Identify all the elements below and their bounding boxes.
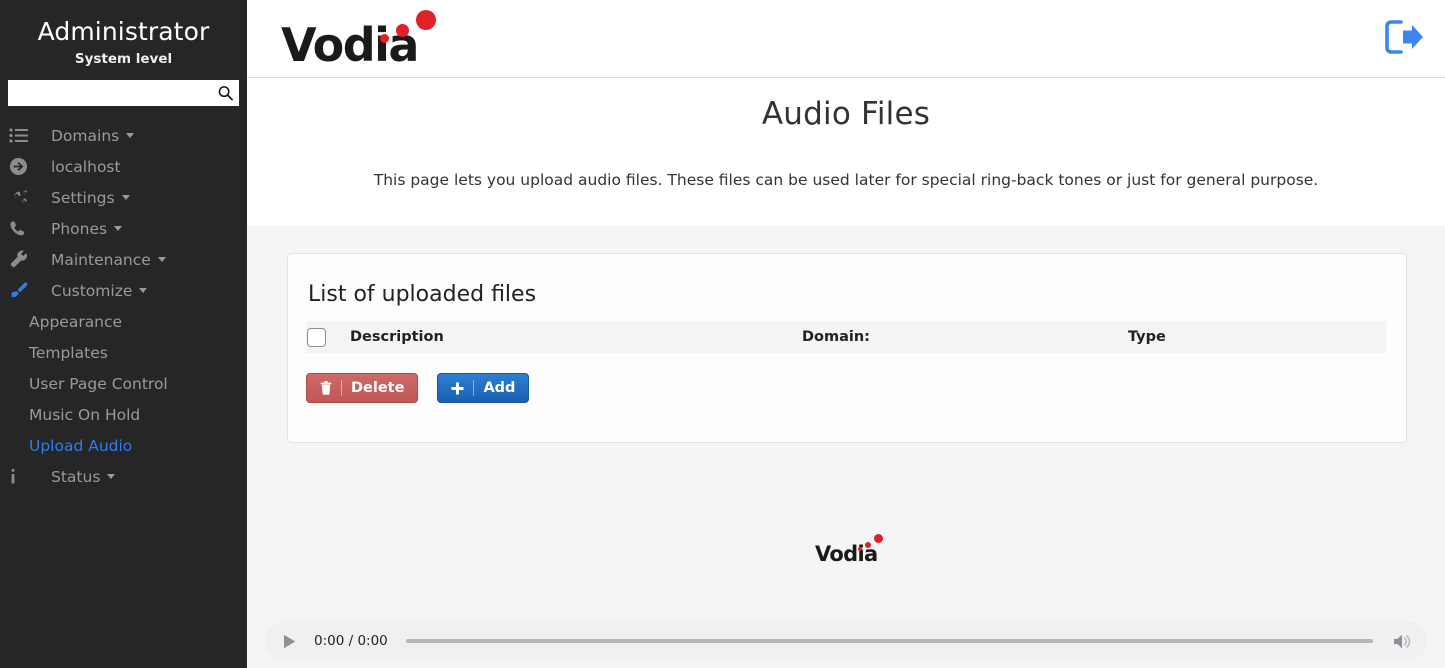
chevron-down-icon: [126, 133, 135, 138]
wrench-icon: [9, 250, 37, 269]
logo-dot-large: [416, 9, 436, 30]
column-header-domain[interactable]: Domain:: [802, 329, 1128, 345]
chevron-down-icon: [107, 474, 116, 479]
chevron-down-icon: [157, 257, 166, 262]
player-time: 0:00 / 0:00: [314, 633, 388, 649]
label-text: Customize: [51, 281, 133, 300]
footer-logo-dot-small: [858, 547, 862, 551]
search-icon[interactable]: [218, 86, 233, 101]
uploaded-files-card: List of uploaded files Description Domai…: [287, 253, 1407, 443]
label-text: Domains: [51, 126, 120, 145]
add-button-label: Add: [483, 380, 516, 396]
footer-logo-dot-large: [874, 534, 883, 543]
logout-button[interactable]: [1381, 16, 1427, 62]
sidebar-search[interactable]: [8, 80, 239, 106]
sidebar-item-user-page-control[interactable]: User Page Control: [0, 368, 247, 399]
sidebar-item-domains[interactable]: Domains: [0, 120, 247, 151]
sidebar-item-maintenance[interactable]: Maintenance: [0, 244, 247, 275]
sidebar-item-label: Status: [51, 467, 116, 486]
label-text: Settings: [51, 188, 115, 207]
gears-icon: [9, 188, 37, 207]
sidebar-item-status[interactable]: Status: [0, 461, 247, 492]
column-header-description[interactable]: Description: [350, 329, 802, 345]
chevron-down-icon: [121, 195, 130, 200]
footer-vodia-logo: Vodia: [815, 534, 883, 566]
vodia-logo: Vodia: [281, 9, 461, 72]
page-header: Audio Files This page lets you upload au…: [247, 78, 1445, 226]
select-all-cell: [306, 327, 350, 347]
label-text: Maintenance: [51, 250, 151, 269]
label-text: Status: [51, 467, 101, 486]
sidebar-item-label: Domains: [51, 126, 135, 145]
content-area: List of uploaded files Description Domai…: [247, 226, 1445, 668]
column-header-type[interactable]: Type: [1128, 329, 1386, 345]
play-icon[interactable]: [283, 634, 301, 649]
sidebar-item-label: Settings: [51, 189, 130, 207]
sidebar-item-music-on-hold[interactable]: Music On Hold: [0, 399, 247, 430]
button-separator: [473, 380, 475, 396]
info-icon: [9, 468, 37, 486]
page-title: Audio Files: [761, 96, 931, 132]
logo-dot-medium: [396, 23, 409, 37]
footer-logo-dot-medium: [865, 542, 871, 548]
sidebar-item-phones[interactable]: Phones: [0, 213, 247, 244]
audio-player-bar: 0:00 / 0:00: [247, 614, 1445, 668]
list-icon: [9, 128, 37, 143]
add-button[interactable]: Add: [437, 373, 530, 403]
phone-icon: [9, 220, 37, 238]
volume-icon[interactable]: [1391, 633, 1413, 650]
chevron-down-icon: [114, 226, 123, 231]
footer-logo-wrap: Vodia: [247, 534, 1445, 566]
arrow-circle-icon: [9, 157, 37, 176]
label-text: Phones: [51, 219, 108, 238]
sidebar-item-upload-audio[interactable]: Upload Audio: [0, 430, 247, 461]
audio-player: 0:00 / 0:00: [265, 621, 1427, 661]
table-actions: Delete Add: [306, 373, 1406, 403]
plus-icon: [451, 381, 464, 395]
select-all-checkbox[interactable]: [307, 327, 326, 347]
chevron-down-icon: [139, 288, 148, 293]
page-description: This page lets you upload audio files. T…: [373, 171, 1319, 189]
sidebar-subtitle: System level: [74, 51, 173, 67]
sidebar-nav: Domains localhost Settings Phones Mainte…: [0, 120, 247, 492]
logo-dot-small: [380, 33, 389, 43]
app-root: Administrator System level Domains local…: [0, 0, 1445, 668]
sidebar-title: Administrator: [37, 17, 210, 46]
button-separator: [341, 380, 342, 396]
table-header-row: Description Domain: Type: [306, 321, 1386, 353]
sidebar-item-localhost[interactable]: localhost: [0, 151, 247, 182]
sidebar-item-settings[interactable]: Settings: [0, 182, 247, 213]
sidebar-item-label: localhost: [51, 157, 121, 176]
search-input[interactable]: [8, 80, 239, 106]
sidebar-item-customize[interactable]: Customize: [0, 275, 247, 306]
main-area: Vodia Audio Files This page lets you upl…: [247, 0, 1445, 668]
logout-icon: [1383, 17, 1425, 61]
sidebar-item-label: Customize: [51, 281, 148, 300]
sidebar-item-label: Maintenance: [51, 251, 166, 269]
trash-icon: [320, 381, 332, 395]
sidebar-item-templates[interactable]: Templates: [0, 337, 247, 368]
player-progress-track[interactable]: [405, 639, 1373, 643]
delete-button-label: Delete: [351, 380, 405, 396]
sidebar-item-appearance[interactable]: Appearance: [0, 306, 247, 337]
top-bar: Vodia: [247, 0, 1445, 78]
card-title: List of uploaded files: [308, 282, 537, 307]
sidebar-item-label: Phones: [51, 219, 123, 238]
paintbrush-icon: [9, 281, 37, 300]
delete-button[interactable]: Delete: [306, 373, 419, 403]
sidebar: Administrator System level Domains local…: [0, 0, 247, 668]
